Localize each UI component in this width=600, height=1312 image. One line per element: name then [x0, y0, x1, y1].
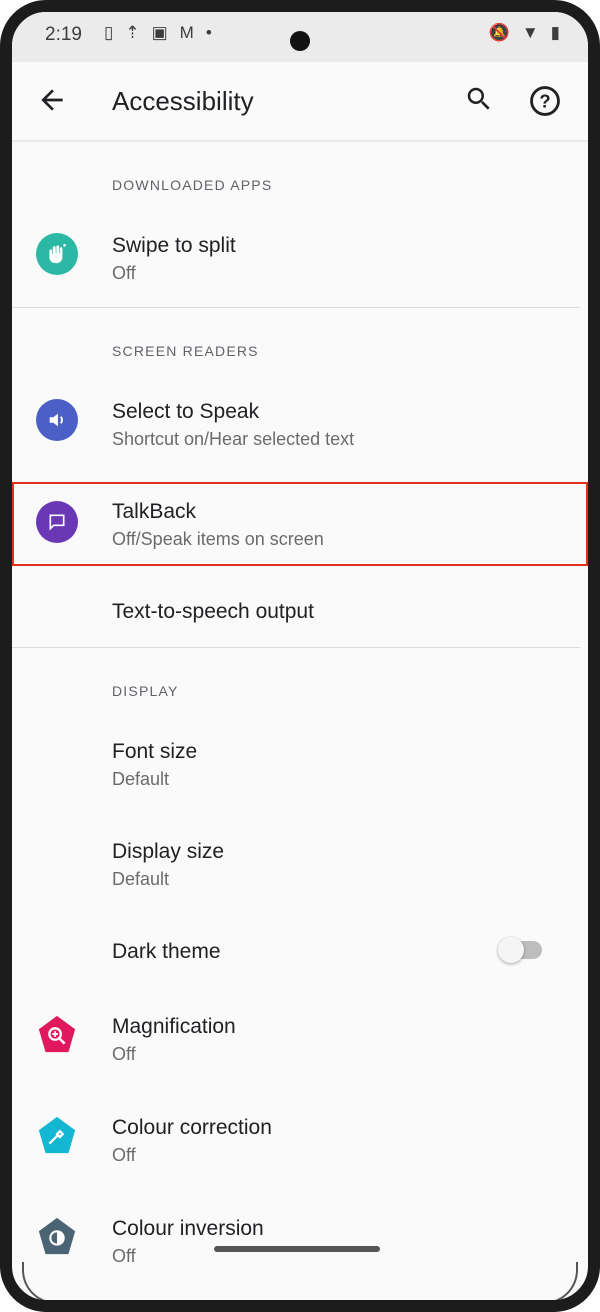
screen-corner-right [536, 1262, 578, 1300]
dot-icon: • [205, 23, 212, 42]
back-arrow-icon[interactable] [36, 84, 68, 116]
help-icon[interactable]: ? [528, 84, 562, 118]
search-icon[interactable] [464, 84, 494, 114]
page-title: Accessibility [112, 86, 254, 116]
item-subtitle: Off [112, 1246, 136, 1266]
select-to-speak-icon [36, 399, 78, 441]
highlight-box [12, 482, 588, 566]
mute-icon: 🔕 [488, 23, 510, 42]
status-time: 2:19 [45, 24, 82, 45]
divider [12, 647, 580, 648]
status-icons-left: ▯ ⇡ ▣ M • [104, 23, 212, 43]
sim-icon: ▯ [104, 23, 114, 42]
list-item-dark-theme[interactable]: Dark theme [12, 918, 588, 1002]
battery-icon: ▮ [550, 23, 560, 42]
gmail-icon: M [179, 23, 194, 42]
eyedropper-icon [36, 1115, 78, 1157]
item-subtitle: Off [112, 1044, 136, 1064]
phone-frame: 2:19 ▯ ⇡ ▣ M • 🔕 ▼ ▮ Accessibility ? DOW… [0, 0, 600, 1312]
front-camera [290, 31, 310, 51]
list-item-colour-inversion[interactable]: Colour inversion Off [12, 1195, 588, 1279]
item-title: Display size [112, 840, 225, 863]
item-subtitle: Default [112, 769, 170, 789]
item-title: Text-to-speech output [112, 600, 314, 623]
list-item-swipe-to-split[interactable]: Swipe to split Off [12, 212, 588, 296]
app-bar: Accessibility ? [12, 62, 588, 141]
item-title: Select to Speak [112, 400, 260, 423]
section-header-display: DISPLAY [112, 683, 179, 699]
status-bar: 2:19 ▯ ⇡ ▣ M • 🔕 ▼ ▮ [12, 12, 588, 62]
list-item-colour-correction[interactable]: Colour correction Off [12, 1094, 588, 1178]
magnification-icon [36, 1014, 78, 1056]
no-sim-icon: ▣ [151, 23, 168, 42]
svg-text:?: ? [539, 90, 550, 111]
item-title: Magnification [112, 1015, 236, 1038]
item-subtitle: Off [112, 1145, 136, 1165]
toggle-knob [498, 937, 524, 963]
item-subtitle: Default [112, 869, 170, 889]
gesture-nav-bar[interactable] [214, 1246, 380, 1252]
item-subtitle: Shortcut on/Hear selected text [112, 429, 355, 449]
list-item-magnification[interactable]: Magnification Off [12, 993, 588, 1077]
section-header-screen-readers: SCREEN READERS [112, 343, 259, 359]
list-item-font-size[interactable]: Font size Default [12, 718, 588, 802]
section-header-downloaded-apps: DOWNLOADED APPS [112, 177, 273, 193]
hand-sparkle-icon [36, 233, 78, 275]
item-title: Colour inversion [112, 1217, 264, 1240]
wifi-icon: ▼ [521, 23, 539, 42]
list-item-display-size[interactable]: Display size Default [12, 818, 588, 902]
list-item-text-to-speech-output[interactable]: Text-to-speech output [12, 568, 588, 646]
item-title: Swipe to split [112, 234, 236, 257]
item-title: Dark theme [112, 940, 221, 963]
item-subtitle: Off [112, 263, 136, 283]
item-title: Colour correction [112, 1116, 272, 1139]
status-icons-right: 🔕 ▼ ▮ [489, 23, 560, 43]
list-item-select-to-speak[interactable]: Select to Speak Shortcut on/Hear selecte… [12, 378, 588, 462]
colour-inversion-icon [36, 1216, 78, 1258]
divider [12, 307, 580, 308]
upload-icon: ⇡ [125, 23, 140, 42]
screen-corner-left [22, 1262, 64, 1300]
dark-theme-toggle[interactable] [498, 937, 542, 963]
item-title: Font size [112, 740, 198, 763]
